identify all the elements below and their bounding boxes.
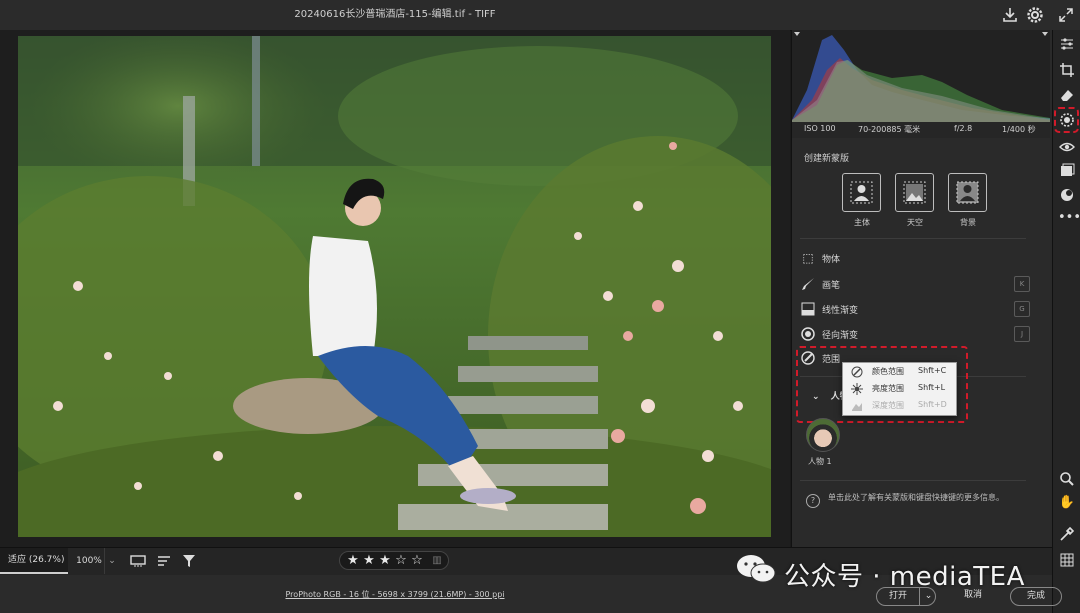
help-icon[interactable]: ? xyxy=(806,494,820,508)
menu-item-color-range[interactable]: 颜色范围 Shft+C xyxy=(843,364,956,380)
masking-icon[interactable] xyxy=(1058,111,1076,129)
divider xyxy=(800,480,1026,481)
export-icon[interactable] xyxy=(1001,6,1019,24)
linear-gradient-icon xyxy=(800,301,816,317)
luminance-range-icon xyxy=(851,383,863,395)
aperture-value: f/2.8 xyxy=(954,124,973,133)
divider xyxy=(800,238,1026,239)
shutter-value: 1/400 秒 xyxy=(1002,125,1036,134)
filmstrip-icon[interactable] xyxy=(129,552,147,570)
eyedropper-icon[interactable] xyxy=(1058,525,1076,543)
fullscreen-icon[interactable] xyxy=(1057,6,1075,24)
healing-eraser-icon[interactable] xyxy=(1058,86,1076,104)
histogram xyxy=(792,30,1050,122)
zoom-100-button[interactable]: 100% xyxy=(74,548,104,574)
tool-radial-gradient-shortcut: J xyxy=(1014,326,1030,342)
filter-icon[interactable] xyxy=(180,552,198,570)
presets-icon[interactable] xyxy=(1058,162,1076,180)
tool-object[interactable]: ⬚ 物体 xyxy=(800,250,1030,268)
help-link[interactable]: 单击此处了解有关蒙版和键盘快捷键的更多信息。 xyxy=(828,492,1004,503)
tool-radial-gradient-label: 径向渐变 xyxy=(822,331,859,341)
zoom-dropdown-icon[interactable]: ⌄ xyxy=(104,548,119,574)
sky-label: 天空 xyxy=(907,218,923,227)
zoom-icon[interactable] xyxy=(1058,470,1076,488)
edit-sliders-icon[interactable] xyxy=(1058,35,1076,53)
tool-linear-gradient-label: 线性渐变 xyxy=(822,306,859,316)
tool-linear-gradient-shortcut: G xyxy=(1014,301,1030,317)
select-background-button[interactable] xyxy=(948,173,987,212)
star-filled-icon[interactable]: ★ xyxy=(378,553,392,569)
select-sky-button[interactable] xyxy=(895,173,934,212)
menu-item-luminance-range[interactable]: 亮度范围 Shft+L xyxy=(843,381,956,397)
person-1-thumbnail[interactable] xyxy=(806,418,840,452)
wechat-logo xyxy=(735,553,777,585)
object-select-icon: ⬚ xyxy=(802,251,814,265)
window-title: 20240616长沙普瑞酒店-115-编辑.tif - TIFF xyxy=(294,9,496,20)
menu-item-depth-range: 深度范围 Shft+D xyxy=(843,398,956,414)
tool-radial-gradient[interactable]: 径向渐变 J xyxy=(800,326,1030,344)
settings-gear-icon[interactable] xyxy=(1026,6,1044,24)
watermark-text: 公众号 · mediaTEA xyxy=(784,562,1025,592)
menu-item-shortcut: Shft+D xyxy=(918,400,947,409)
brush-icon xyxy=(800,276,816,292)
star-empty-icon[interactable]: ☆ xyxy=(394,553,408,569)
create-mask-title: 创建新蒙版 xyxy=(804,154,850,164)
file-info-link[interactable]: ProPhoto RGB - 16 位 - 5698 x 3799 (21.6M… xyxy=(0,589,790,600)
depth-range-icon xyxy=(851,400,863,412)
tool-linear-gradient[interactable]: 线性渐变 G xyxy=(800,301,1030,319)
menu-item-label: 深度范围 xyxy=(872,401,904,410)
menu-item-label: 颜色范围 xyxy=(872,367,904,376)
tool-brush[interactable]: 画笔 K xyxy=(800,276,1030,294)
crop-icon[interactable] xyxy=(1058,61,1076,79)
lens-value: 70-200885 毫米 xyxy=(858,125,921,134)
star-empty-icon[interactable]: ☆ xyxy=(410,553,424,569)
sort-icon[interactable] xyxy=(155,552,173,570)
zoom-fit-button[interactable]: 适应 (26.7%) xyxy=(0,548,68,574)
red-eye-icon[interactable] xyxy=(1058,138,1076,156)
menu-item-shortcut: Shft+L xyxy=(918,383,946,392)
background-label: 背景 xyxy=(960,218,976,227)
rating-control[interactable]: ★ ★ ★ ☆ ☆ ▥ xyxy=(339,551,449,570)
subject-icon xyxy=(850,181,873,204)
tool-object-label: 物体 xyxy=(822,255,841,265)
select-subject-button[interactable] xyxy=(842,173,881,212)
sky-icon xyxy=(903,181,926,204)
tool-brush-shortcut: K xyxy=(1014,276,1030,292)
tool-brush-label: 画笔 xyxy=(822,281,841,291)
grid-icon[interactable] xyxy=(1058,551,1076,569)
person-1-label: 人物 1 xyxy=(808,457,832,466)
background-icon xyxy=(956,181,979,204)
radial-gradient-icon xyxy=(800,326,816,342)
hand-pan-icon[interactable]: ✋ xyxy=(1058,494,1076,512)
exif-readout: ISO 100 70-200885 毫米 f/2.8 1/400 秒 xyxy=(792,122,1050,138)
range-menu: 颜色范围 Shft+C 亮度范围 Shft+L 深度范围 Shft+D xyxy=(842,362,957,416)
star-filled-icon[interactable]: ★ xyxy=(346,553,360,569)
snapshots-icon[interactable] xyxy=(1058,186,1076,204)
iso-value: ISO 100 xyxy=(804,124,836,133)
more-options-icon[interactable]: ••• xyxy=(1058,209,1080,227)
menu-item-label: 亮度范围 xyxy=(872,384,904,393)
star-filled-icon[interactable]: ★ xyxy=(362,553,376,569)
photo-preview[interactable] xyxy=(18,36,771,537)
color-range-icon xyxy=(851,366,863,378)
subject-label: 主体 xyxy=(854,218,870,227)
delete-flag-icon[interactable]: ▥ xyxy=(430,553,444,569)
menu-item-shortcut: Shft+C xyxy=(918,366,947,375)
